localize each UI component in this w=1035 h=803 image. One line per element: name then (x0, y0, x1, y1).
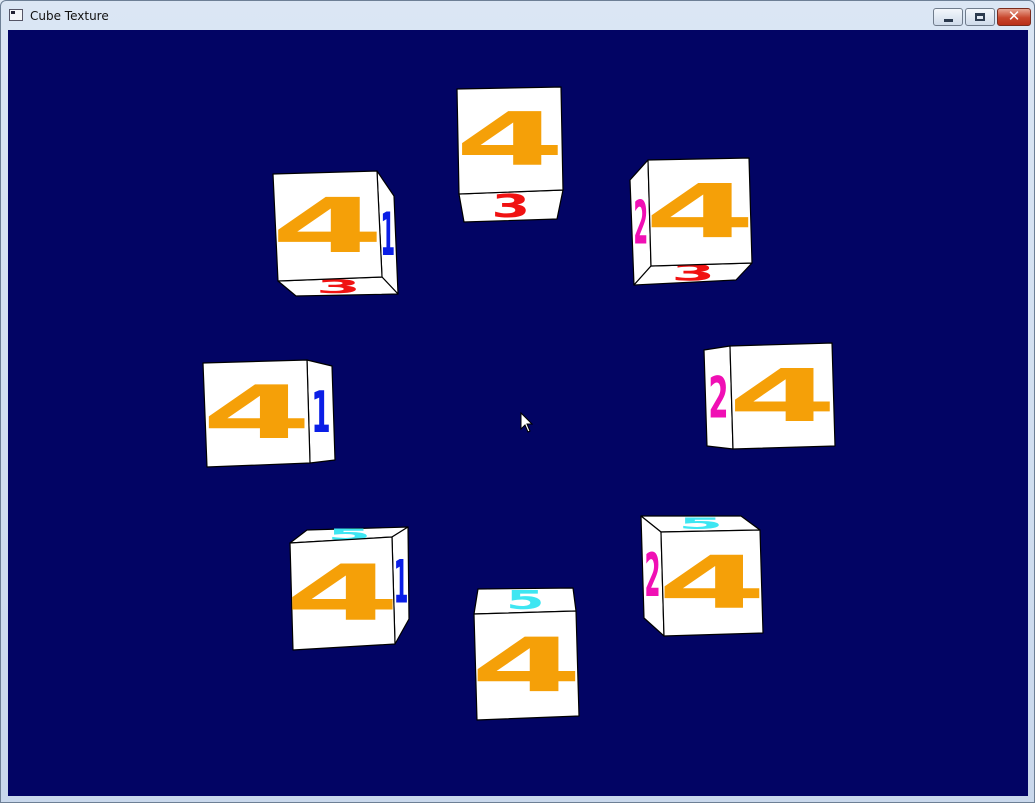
cube-top-left-front-label: 4 (271, 182, 384, 270)
cube-scene: 34134 23414 2 451452454 (202, 86, 837, 721)
cube-top-bottom-label: 3 (491, 188, 530, 225)
cube-bottom: 54 (470, 586, 583, 721)
app-window-icon[interactable] (9, 9, 23, 21)
cube-top-left: 134 (271, 170, 399, 298)
mouse-pointer-icon (520, 412, 534, 433)
cube-bottom-left: 514 (285, 525, 410, 651)
cube-left: 14 (202, 359, 336, 468)
cube-top-front-label: 4 (455, 97, 565, 182)
render-viewport[interactable]: 34134234142451452454 (8, 30, 1028, 796)
cube-right-front-label: 4 (728, 354, 837, 439)
window-title: Cube Texture (30, 9, 109, 23)
cube-bottom-right: 524 (640, 514, 767, 637)
cube-bottom-front-label: 4 (470, 621, 582, 709)
cube-top-right-front-label: 4 (644, 169, 755, 255)
cube-bottom-top-label: 5 (506, 586, 545, 616)
cube-right: 24 (703, 342, 837, 450)
cube-left-right-label: 1 (311, 379, 330, 446)
cube-bottom-right-top-label: 5 (678, 514, 723, 533)
cube-top: 34 (455, 86, 565, 225)
cube-top-right: 234 (629, 157, 756, 286)
cube-bottom-left-front-label: 4 (285, 549, 400, 638)
cube-right-left-label: 2 (708, 364, 728, 431)
title-bar[interactable]: Cube Texture ✕ (1, 1, 1034, 31)
maximize-button[interactable] (965, 8, 995, 26)
close-button[interactable]: ✕ (997, 7, 1031, 26)
minimize-button[interactable] (933, 8, 963, 26)
close-icon: ✕ (1007, 7, 1021, 25)
application-window: Cube Texture ✕ 34134234142451452454 (0, 0, 1035, 803)
cube-left-front-label: 4 (202, 371, 312, 456)
cube-bottom-right-front-label: 4 (658, 540, 767, 625)
